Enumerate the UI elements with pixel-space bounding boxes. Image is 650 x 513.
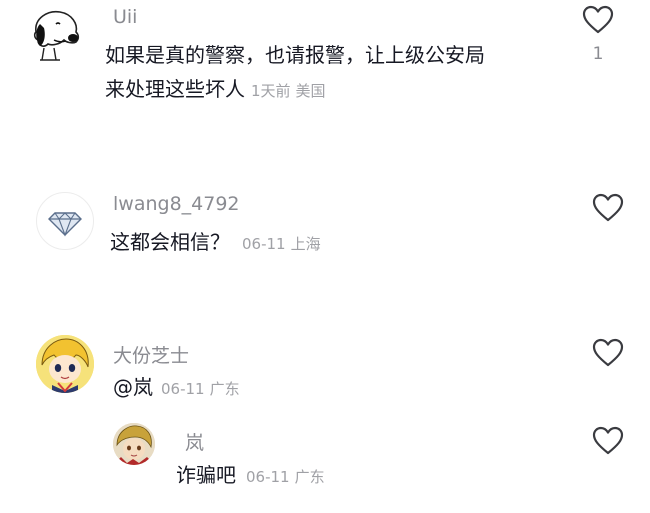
like-button[interactable]	[592, 193, 624, 223]
comment-text: 这都会相信？ 06-11 上海	[110, 225, 321, 261]
comment-text-line: 如果是真的警察，也请报警，让上级公安局	[105, 43, 485, 67]
comment-username[interactable]: 岚	[185, 428, 204, 455]
comment-text-content: 诈骗吧	[176, 463, 236, 487]
heart-icon	[592, 426, 624, 455]
comment-item: Uii 如果是真的警察，也请报警，让上级公安局 来处理这些坏人 1天前 美国 1	[0, 0, 650, 120]
avatar[interactable]	[36, 335, 94, 393]
comment-location: 上海	[290, 235, 321, 253]
avatar[interactable]	[113, 423, 155, 465]
comment-username[interactable]: Uii	[113, 6, 137, 28]
comment-username[interactable]: lwang8_4792	[113, 193, 240, 215]
comment-text-content: 这都会相信？	[110, 230, 230, 254]
anime-girl-avatar-icon	[36, 335, 94, 393]
comment-location: 美国	[295, 82, 326, 100]
like-button[interactable]	[582, 5, 614, 35]
like-button[interactable]	[592, 338, 624, 368]
comment-text: 如果是真的警察，也请报警，让上级公安局 来处理这些坏人 1天前 美国	[105, 38, 485, 108]
snoopy-avatar-icon	[33, 10, 80, 61]
heart-icon	[582, 5, 614, 34]
comment-text-line: 来处理这些坏人 1天前 美国	[105, 72, 485, 108]
comment-time: 1天前	[251, 82, 291, 100]
heart-icon	[592, 193, 624, 222]
like-count: 1	[592, 44, 604, 64]
comment-text-continued: 来处理这些坏人	[105, 77, 245, 101]
comment-location: 广东	[294, 468, 325, 486]
comment-time: 06-11	[242, 235, 286, 253]
comment-time: 06-11	[246, 468, 290, 486]
mention-link[interactable]: @岚	[113, 375, 153, 399]
comment-text: @岚 06-11 广东	[113, 370, 240, 406]
reply-item: 岚 诈骗吧 06-11 广东	[0, 415, 650, 513]
comment-item: 大份芝士 @岚 06-11 广东	[0, 325, 650, 405]
diamond-icon	[48, 212, 82, 237]
comment-location: 广东	[209, 380, 240, 398]
comment-text: 诈骗吧 06-11 广东	[176, 458, 325, 494]
like-button[interactable]	[592, 426, 624, 456]
comment-item: lwang8_4792 这都会相信？ 06-11 上海	[0, 180, 650, 280]
comment-time: 06-11	[161, 380, 205, 398]
anime-boy-avatar-icon	[113, 423, 155, 465]
comment-username[interactable]: 大份芝士	[113, 341, 189, 368]
heart-icon	[592, 338, 624, 367]
avatar[interactable]	[26, 4, 84, 62]
avatar[interactable]	[36, 192, 94, 250]
